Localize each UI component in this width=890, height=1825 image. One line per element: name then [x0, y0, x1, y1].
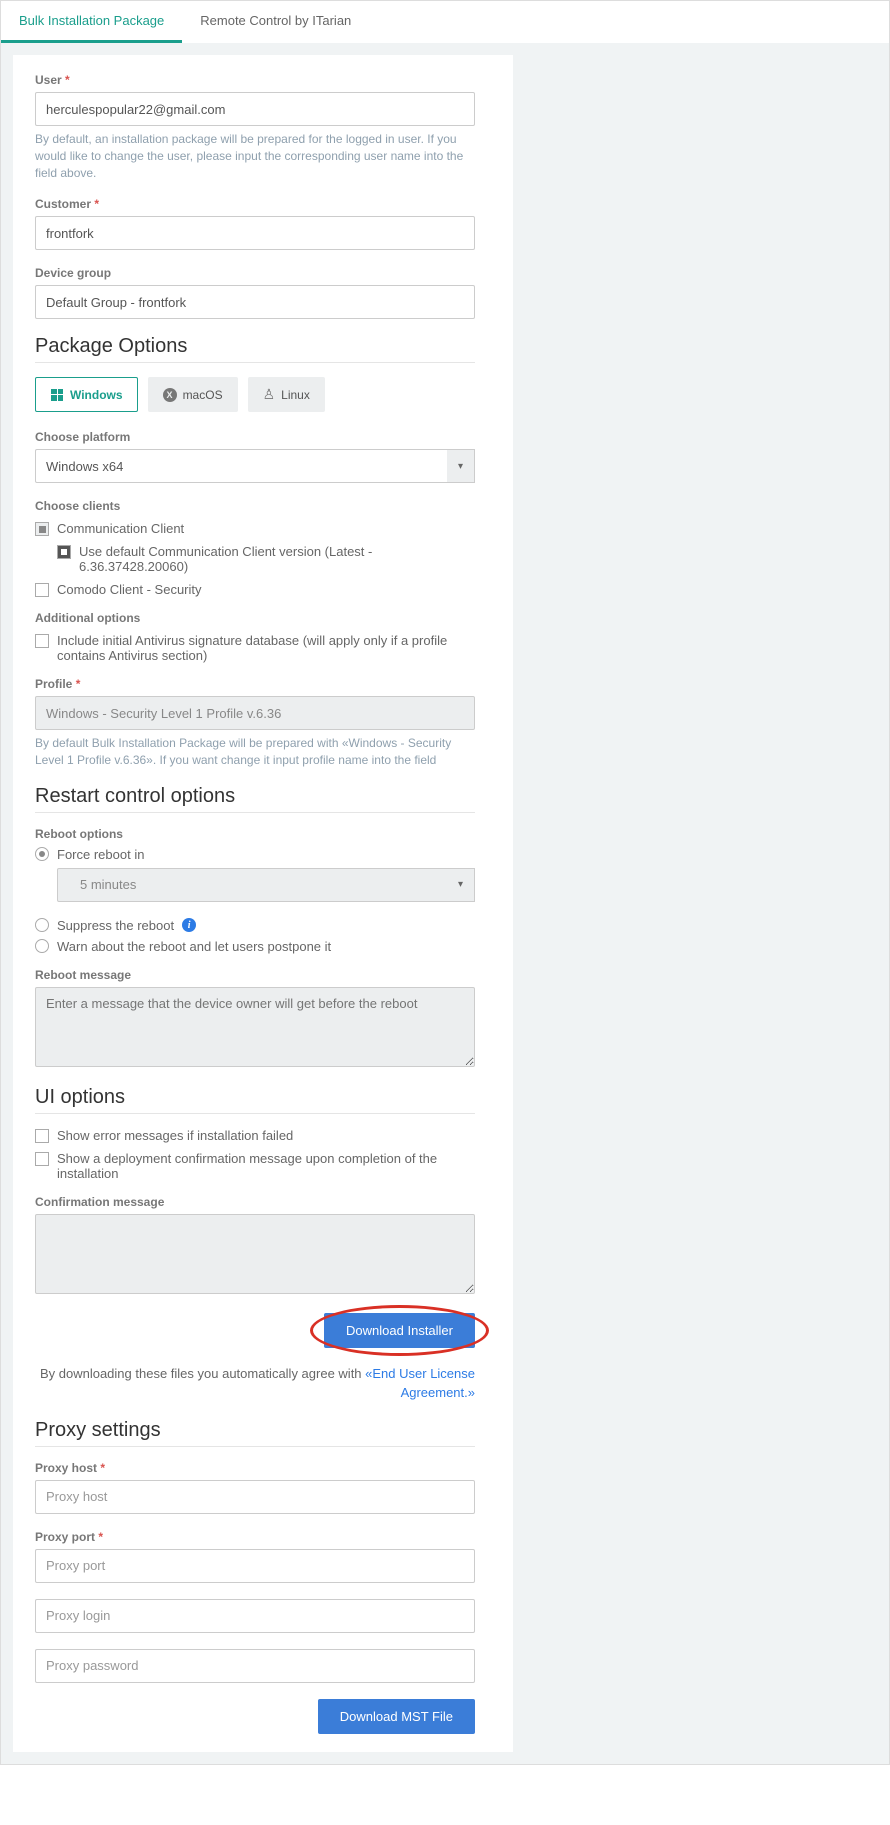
force-reboot-radio[interactable]: [35, 847, 49, 861]
macos-icon: X: [163, 388, 177, 402]
eula-link[interactable]: «End User License Agreement.»: [365, 1366, 475, 1401]
reboot-message-textarea: [35, 987, 475, 1067]
communication-client-label: Communication Client: [57, 521, 184, 536]
windows-icon: [50, 388, 64, 402]
tabs: Bulk Installation Package Remote Control…: [1, 1, 889, 43]
profile-help: By default Bulk Installation Package wil…: [35, 735, 475, 769]
show-errors-label: Show error messages if installation fail…: [57, 1128, 293, 1143]
platform-macos[interactable]: X macOS: [148, 377, 238, 412]
device-group-label: Device group: [35, 266, 475, 280]
ui-options-title: UI options: [35, 1086, 475, 1114]
restart-title: Restart control options: [35, 785, 475, 813]
proxy-port-input[interactable]: [35, 1549, 475, 1583]
device-group-input[interactable]: [35, 285, 475, 319]
reboot-message-label: Reboot message: [35, 968, 475, 982]
suppress-reboot-radio[interactable]: [35, 918, 49, 932]
antivirus-db-label: Include initial Antivirus signature data…: [57, 633, 475, 663]
customer-input[interactable]: [35, 216, 475, 250]
chevron-down-icon[interactable]: ▾: [447, 868, 475, 902]
eula-text: By downloading these files you automatic…: [35, 1364, 475, 1403]
comodo-client-label: Comodo Client - Security: [57, 582, 202, 597]
user-label: User *: [35, 73, 475, 87]
user-input[interactable]: [35, 92, 475, 126]
suppress-reboot-label: Suppress the reboot: [57, 918, 174, 933]
default-comm-client-checkbox[interactable]: [57, 545, 71, 559]
proxy-host-label: Proxy host *: [35, 1461, 475, 1475]
warn-reboot-radio[interactable]: [35, 939, 49, 953]
choose-platform-select[interactable]: [35, 449, 475, 483]
force-reboot-time-select[interactable]: [57, 868, 475, 902]
download-mst-button[interactable]: Download MST File: [318, 1699, 475, 1734]
proxy-port-label: Proxy port *: [35, 1530, 475, 1544]
warn-reboot-label: Warn about the reboot and let users post…: [57, 939, 331, 954]
choose-clients-label: Choose clients: [35, 499, 475, 513]
profile-input: [35, 696, 475, 730]
platform-linux[interactable]: ♙ Linux: [248, 377, 325, 412]
chevron-down-icon[interactable]: ▾: [447, 449, 475, 483]
proxy-password-input[interactable]: [35, 1649, 475, 1683]
info-icon[interactable]: i: [182, 918, 196, 932]
additional-options-label: Additional options: [35, 611, 475, 625]
profile-label: Profile *: [35, 677, 475, 691]
platform-windows[interactable]: Windows: [35, 377, 138, 412]
tab-bulk-installation[interactable]: Bulk Installation Package: [1, 1, 182, 43]
customer-label: Customer *: [35, 197, 475, 211]
tab-remote-control[interactable]: Remote Control by ITarian: [182, 1, 369, 43]
show-confirm-label: Show a deployment confirmation message u…: [57, 1151, 475, 1181]
proxy-title: Proxy settings: [35, 1419, 475, 1447]
communication-client-checkbox[interactable]: [35, 522, 49, 536]
comodo-client-checkbox[interactable]: [35, 583, 49, 597]
proxy-host-input[interactable]: [35, 1480, 475, 1514]
force-reboot-label: Force reboot in: [57, 847, 144, 862]
show-confirm-checkbox[interactable]: [35, 1152, 49, 1166]
download-installer-button[interactable]: Download Installer: [324, 1313, 475, 1348]
confirmation-message-textarea: [35, 1214, 475, 1294]
show-errors-checkbox[interactable]: [35, 1129, 49, 1143]
choose-platform-label: Choose platform: [35, 430, 475, 444]
default-comm-client-label: Use default Communication Client version…: [79, 544, 475, 574]
confirmation-message-label: Confirmation message: [35, 1195, 475, 1209]
package-options-title: Package Options: [35, 335, 475, 363]
user-help: By default, an installation package will…: [35, 131, 475, 181]
proxy-login-input[interactable]: [35, 1599, 475, 1633]
reboot-options-label: Reboot options: [35, 827, 475, 841]
linux-icon: ♙: [263, 386, 276, 403]
antivirus-db-checkbox[interactable]: [35, 634, 49, 648]
